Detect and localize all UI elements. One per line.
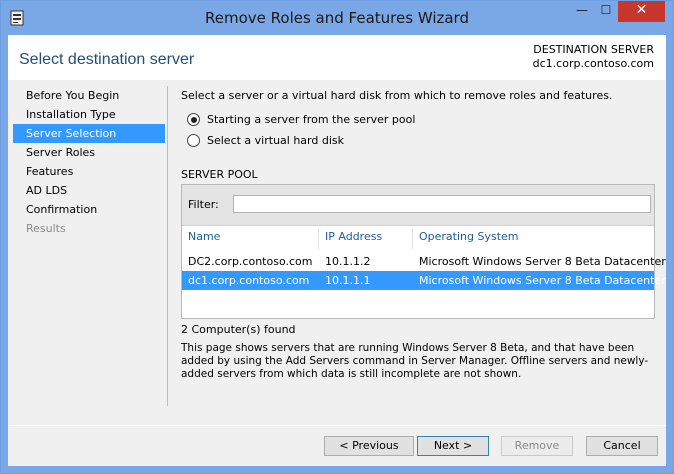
column-header-name[interactable]: Name [182, 226, 318, 248]
minimize-button[interactable]: — [570, 1, 594, 22]
cell-name: DC2.corp.contoso.com [188, 255, 313, 268]
page-title: Select destination server [19, 51, 195, 68]
cell-ip-address: 10.1.1.1 [325, 274, 371, 287]
column-header-operating-system[interactable]: Operating System [413, 226, 649, 248]
filter-bar: Filter: [182, 185, 654, 226]
radio-button-checked[interactable] [187, 113, 200, 126]
filter-label: Filter: [188, 198, 219, 211]
nav-item-server-selection[interactable]: Server Selection [13, 124, 165, 143]
radio-server-pool[interactable]: Starting a server from the server pool [187, 113, 415, 129]
wizard-header: Select destination server DESTINATION SE… [8, 35, 666, 80]
wizard-body: Before You Begin Installation Type Serve… [8, 80, 666, 425]
nav-item-confirmation[interactable]: Confirmation [13, 200, 165, 219]
wizard-nav: Before You Begin Installation Type Serve… [13, 86, 165, 238]
wizard-window: Remove Roles and Features Wizard — ☐ ✕ S… [0, 0, 674, 474]
table-row-selected[interactable]: dc1.corp.contoso.com 10.1.1.1 Microsoft … [182, 271, 666, 290]
radio-virtual-hard-disk[interactable]: Select a virtual hard disk [187, 134, 344, 150]
radio-button-unchecked[interactable] [187, 134, 200, 147]
wizard-footer: < Previous Next > Remove Cancel [8, 426, 666, 466]
previous-button[interactable]: < Previous [324, 436, 414, 456]
remove-button: Remove [501, 436, 573, 456]
wizard-client: Select destination server DESTINATION SE… [8, 35, 666, 466]
title-bar[interactable]: Remove Roles and Features Wizard — ☐ ✕ [1, 1, 673, 35]
nav-item-ad-lds[interactable]: AD LDS [13, 181, 165, 200]
maximize-button[interactable]: ☐ [594, 1, 618, 22]
next-button[interactable]: Next > [417, 436, 489, 456]
computers-found-count: 2 Computer(s) found [181, 323, 296, 336]
info-text: This page shows servers that are running… [181, 342, 649, 380]
nav-divider [167, 86, 168, 406]
cell-operating-system: Microsoft Windows Server 8 Beta Datacent… [419, 274, 666, 287]
server-pool-label: SERVER POOL [181, 168, 258, 181]
nav-item-server-roles[interactable]: Server Roles [13, 143, 165, 162]
cancel-button[interactable]: Cancel [586, 436, 658, 456]
cell-name: dc1.corp.contoso.com [188, 274, 310, 287]
close-button[interactable]: ✕ [618, 1, 665, 22]
instructions-text: Select a server or a virtual hard disk f… [181, 89, 613, 102]
nav-item-features[interactable]: Features [13, 162, 165, 181]
cell-ip-address: 10.1.1.2 [325, 255, 371, 268]
server-pool-grid: Filter: Name IP Address Operating System… [181, 184, 666, 319]
nav-item-installation-type[interactable]: Installation Type [13, 105, 165, 124]
nav-item-results: Results [26, 222, 66, 235]
radio-virtual-hard-disk-label: Select a virtual hard disk [207, 134, 344, 147]
table-row[interactable]: DC2.corp.contoso.com 10.1.1.2 Microsoft … [182, 252, 666, 271]
column-header-ip-address[interactable]: IP Address [319, 226, 413, 248]
radio-server-pool-label: Starting a server from the server pool [207, 113, 416, 126]
destination-server-label: DESTINATION SERVER [533, 43, 654, 56]
destination-server-name: dc1.corp.contoso.com [532, 57, 654, 70]
filter-input[interactable] [233, 195, 651, 213]
nav-item-before-you-begin[interactable]: Before You Begin [13, 86, 165, 105]
cell-operating-system: Microsoft Windows Server 8 Beta Datacent… [419, 255, 666, 268]
destination-server-info: DESTINATION SERVER dc1.corp.contoso.com [533, 43, 654, 71]
